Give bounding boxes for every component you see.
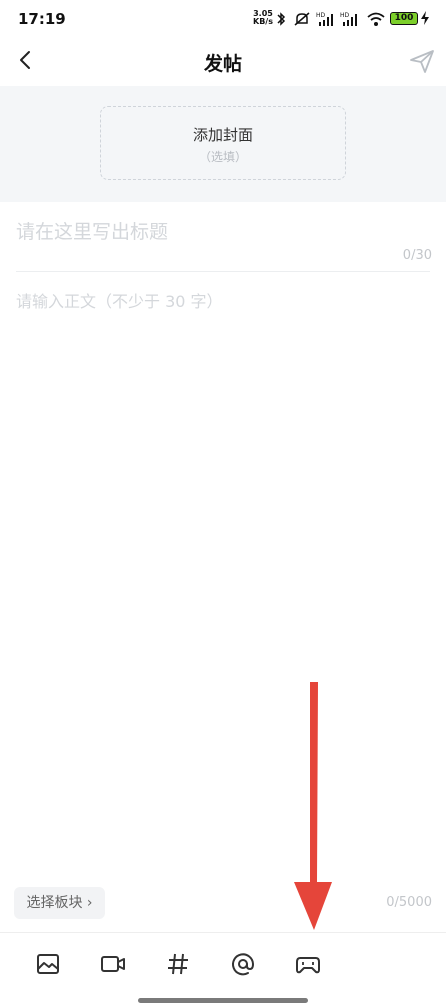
image-icon[interactable] (34, 950, 62, 978)
body-input[interactable] (16, 288, 430, 868)
mute-bell-icon (294, 12, 310, 26)
charging-icon (421, 11, 429, 25)
title-char-counter: 0/30 (402, 248, 432, 263)
status-time: 17:19 (18, 10, 66, 28)
page-title: 发帖 (203, 53, 242, 75)
body-char-counter: 0/5000 (386, 895, 432, 910)
gamepad-icon[interactable] (294, 950, 322, 978)
signal-2-icon: HD (340, 12, 357, 26)
network-speed-unit: KB/s (253, 17, 273, 26)
divider (16, 271, 430, 272)
network-speed: 3.05 KB/s (253, 10, 273, 26)
bluetooth-icon (277, 12, 286, 26)
add-cover-label: 添加封面 (192, 126, 253, 144)
select-board-button[interactable]: 选择板块 › (14, 887, 105, 919)
battery-level: 100 (394, 13, 414, 23)
hashtag-icon[interactable] (164, 950, 192, 978)
home-indicator (138, 998, 308, 1003)
battery-icon: 100 (390, 12, 418, 25)
annotation-arrow-icon (294, 682, 332, 930)
wifi-icon (367, 12, 385, 26)
at-mention-icon[interactable] (229, 950, 257, 978)
title-input[interactable] (16, 216, 430, 248)
svg-text:HD: HD (340, 12, 350, 19)
add-cover-hint: （选填） (198, 150, 247, 164)
video-icon[interactable] (99, 950, 127, 978)
bottom-toolbar (0, 932, 446, 993)
svg-text:HD: HD (316, 12, 326, 19)
signal-1-icon: HD (316, 12, 333, 26)
send-icon[interactable] (408, 47, 436, 75)
